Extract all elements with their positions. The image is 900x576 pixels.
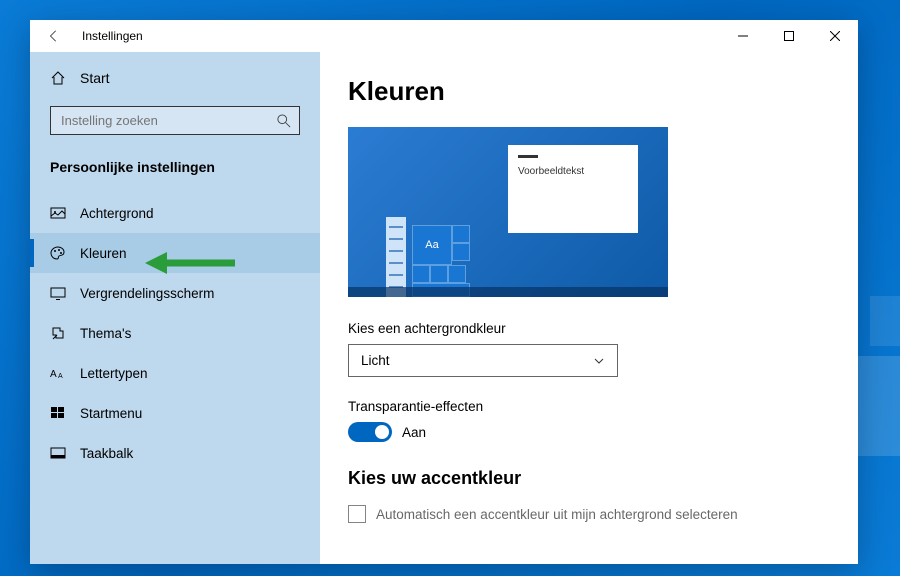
lock-screen-icon — [50, 285, 66, 301]
maximize-button[interactable] — [766, 20, 812, 52]
palette-icon — [50, 245, 66, 261]
sidebar-item-label: Thema's — [80, 326, 131, 341]
search-icon — [277, 114, 291, 128]
sidebar-item-label: Startmenu — [80, 406, 142, 421]
sidebar: Start Persoonlijke instellingen Achtergr… — [30, 52, 320, 564]
svg-text:A: A — [58, 373, 63, 380]
color-mode-select[interactable]: Licht — [348, 344, 618, 377]
nav-list: Achtergrond Kleuren Vergrendelingsscherm… — [30, 193, 320, 473]
preview-tile: Aa — [412, 225, 452, 265]
start-icon — [50, 405, 66, 421]
sidebar-item-kleuren[interactable]: Kleuren — [30, 233, 320, 273]
theme-icon — [50, 325, 66, 341]
titlebar: Instellingen — [30, 20, 858, 52]
transparency-value: Aan — [402, 425, 426, 440]
sidebar-item-label: Kleuren — [80, 246, 127, 261]
preview-sample-text: Voorbeeldtekst — [518, 166, 628, 177]
chevron-down-icon — [593, 355, 605, 367]
sidebar-item-label: Lettertypen — [80, 366, 148, 381]
svg-text:A: A — [50, 369, 57, 380]
color-mode-value: Licht — [361, 353, 390, 368]
home-icon — [50, 70, 66, 86]
main-content[interactable]: Kleuren Voorbeeldtekst Aa — [320, 52, 858, 564]
transparency-toggle[interactable] — [348, 422, 392, 442]
color-preview: Voorbeeldtekst Aa — [348, 127, 668, 297]
settings-window: Instellingen Start Persoonlijke instelli… — [30, 20, 858, 564]
page-title: Kleuren — [348, 76, 830, 107]
auto-accent-label: Automatisch een accentkleur uit mijn ach… — [376, 507, 738, 522]
preview-sample-window: Voorbeeldtekst — [508, 145, 638, 233]
sidebar-item-taakbalk[interactable]: Taakbalk — [30, 433, 320, 473]
auto-accent-row[interactable]: Automatisch een accentkleur uit mijn ach… — [348, 505, 830, 523]
color-mode-label: Kies een achtergrondkleur — [348, 321, 830, 336]
taskbar-icon — [50, 445, 66, 461]
font-icon: AA — [50, 365, 66, 381]
sidebar-item-label: Taakbalk — [80, 446, 133, 461]
auto-accent-checkbox[interactable] — [348, 505, 366, 523]
home-label: Start — [80, 70, 110, 86]
picture-icon — [50, 205, 66, 221]
search-input[interactable] — [51, 107, 299, 134]
back-button[interactable] — [38, 20, 70, 52]
sidebar-item-label: Vergrendelingsscherm — [80, 286, 214, 301]
minimize-button[interactable] — [720, 20, 766, 52]
window-title: Instellingen — [82, 29, 143, 43]
sidebar-item-achtergrond[interactable]: Achtergrond — [30, 193, 320, 233]
accent-heading: Kies uw accentkleur — [348, 468, 830, 489]
transparency-label: Transparantie-effecten — [348, 399, 830, 414]
sidebar-item-startmenu[interactable]: Startmenu — [30, 393, 320, 433]
sidebar-item-themas[interactable]: Thema's — [30, 313, 320, 353]
sidebar-item-vergrendelingsscherm[interactable]: Vergrendelingsscherm — [30, 273, 320, 313]
section-title: Persoonlijke instellingen — [30, 145, 320, 185]
search-box[interactable] — [50, 106, 300, 135]
home-button[interactable]: Start — [30, 60, 320, 96]
close-button[interactable] — [812, 20, 858, 52]
sidebar-item-label: Achtergrond — [80, 206, 154, 221]
sidebar-item-lettertypen[interactable]: AA Lettertypen — [30, 353, 320, 393]
